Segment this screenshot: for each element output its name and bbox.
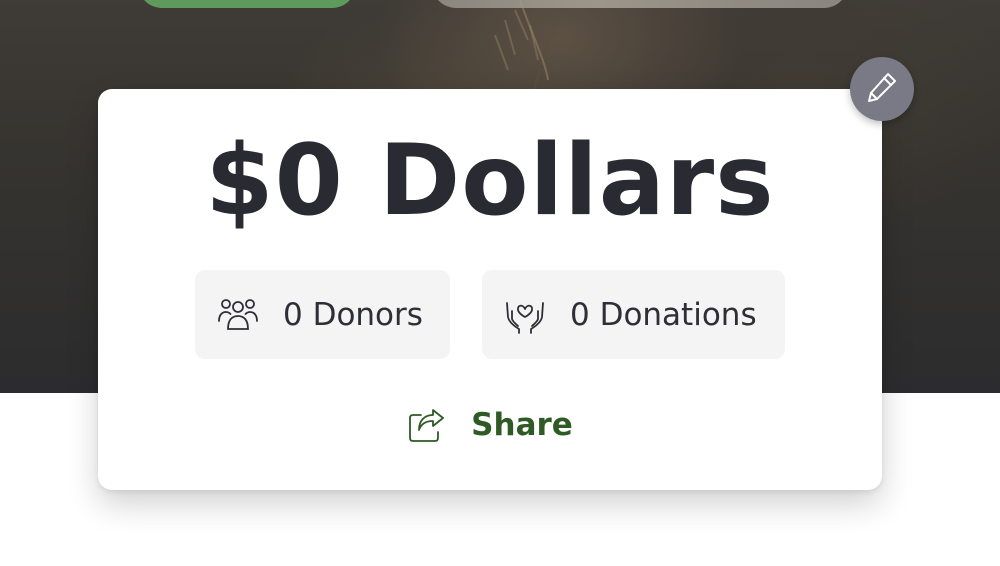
amount-raised: $0 Dollars bbox=[205, 124, 775, 238]
top-green-pill bbox=[138, 0, 356, 8]
donors-stat: 0 Donors bbox=[195, 270, 450, 359]
hands-heart-icon bbox=[504, 294, 546, 336]
top-grey-pill bbox=[432, 0, 848, 8]
share-button[interactable]: Share bbox=[98, 402, 882, 448]
campaign-summary-card: $0 Dollars 0 Donors 0 Donations Share bbox=[98, 89, 882, 490]
edit-button[interactable] bbox=[850, 57, 914, 121]
pencil-icon bbox=[865, 70, 899, 108]
donations-count: 0 Donations bbox=[570, 296, 757, 333]
share-label: Share bbox=[471, 407, 573, 443]
donors-count: 0 Donors bbox=[283, 296, 423, 333]
donations-stat: 0 Donations bbox=[482, 270, 785, 359]
users-icon bbox=[217, 294, 259, 336]
share-icon bbox=[407, 405, 447, 445]
